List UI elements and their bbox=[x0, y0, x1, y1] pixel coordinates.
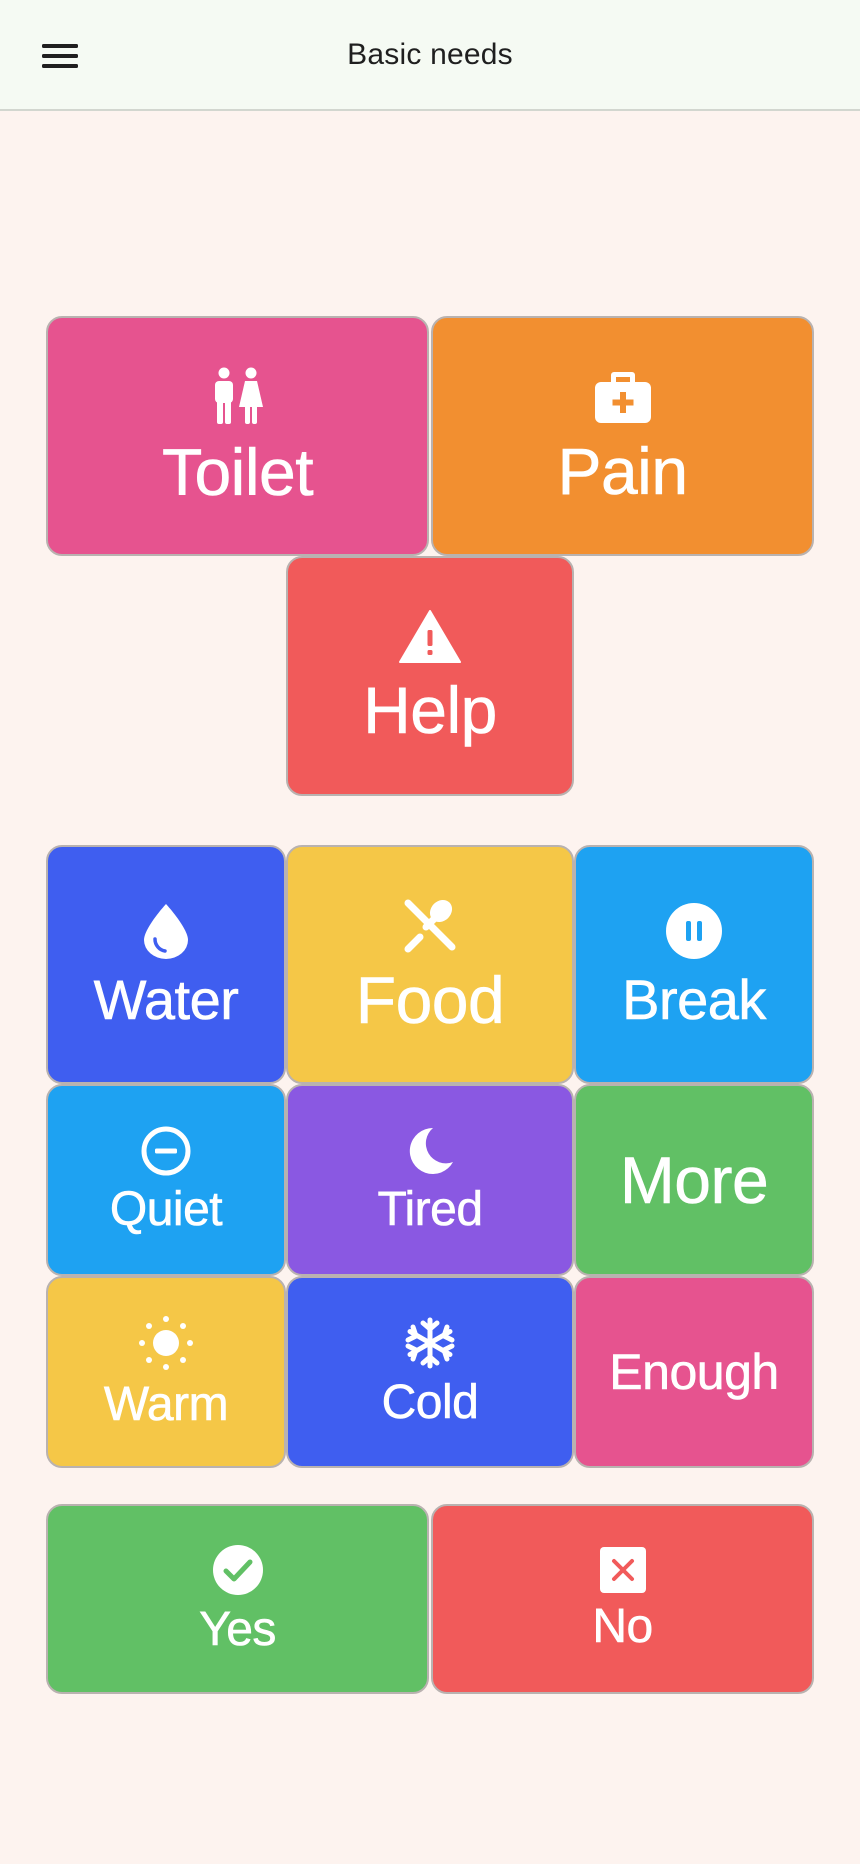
yes-button[interactable]: Yes bbox=[46, 1504, 429, 1694]
yes-label: Yes bbox=[199, 1603, 277, 1656]
snowflake-icon bbox=[404, 1317, 456, 1369]
quiet-label: Quiet bbox=[109, 1183, 223, 1236]
water-drop-icon bbox=[142, 902, 190, 960]
no-label: No bbox=[592, 1600, 653, 1653]
water-button[interactable]: Water bbox=[46, 845, 286, 1084]
cold-label: Cold bbox=[381, 1376, 479, 1429]
warm-button[interactable]: Warm bbox=[46, 1276, 286, 1468]
quiet-button[interactable]: Quiet bbox=[46, 1084, 286, 1276]
help-button[interactable]: Help bbox=[286, 556, 574, 796]
water-label: Water bbox=[93, 967, 239, 1031]
more-button[interactable]: More bbox=[574, 1084, 814, 1276]
fork-spoon-icon bbox=[402, 897, 458, 953]
warm-label: Warm bbox=[103, 1378, 229, 1431]
break-label: Break bbox=[622, 967, 767, 1031]
pain-button[interactable]: Pain bbox=[431, 316, 814, 556]
tired-button[interactable]: Tired bbox=[286, 1084, 574, 1276]
do-not-disturb-icon bbox=[141, 1126, 191, 1176]
sun-icon bbox=[138, 1315, 194, 1371]
more-label: More bbox=[619, 1143, 769, 1217]
pause-circle-icon bbox=[665, 902, 723, 960]
first-aid-kit-icon bbox=[594, 368, 652, 424]
warning-triangle-icon bbox=[399, 609, 461, 663]
close-box-icon bbox=[599, 1547, 646, 1593]
toilet-button[interactable]: Toilet bbox=[46, 316, 429, 556]
page-title: Basic needs bbox=[347, 38, 513, 71]
break-button[interactable]: Break bbox=[574, 845, 814, 1084]
toilet-label: Toilet bbox=[161, 435, 314, 509]
food-label: Food bbox=[355, 962, 505, 1037]
food-button[interactable]: Food bbox=[286, 845, 574, 1084]
restroom-icon bbox=[212, 367, 264, 425]
cold-button[interactable]: Cold bbox=[286, 1276, 574, 1468]
moon-icon bbox=[405, 1126, 455, 1176]
pain-label: Pain bbox=[557, 434, 688, 508]
enough-label: Enough bbox=[609, 1344, 779, 1400]
check-circle-icon bbox=[212, 1544, 264, 1596]
help-label: Help bbox=[363, 673, 498, 747]
no-button[interactable]: No bbox=[431, 1504, 814, 1694]
enough-button[interactable]: Enough bbox=[574, 1276, 814, 1468]
app-bar: Basic needs bbox=[0, 0, 860, 111]
tired-label: Tired bbox=[377, 1183, 483, 1236]
